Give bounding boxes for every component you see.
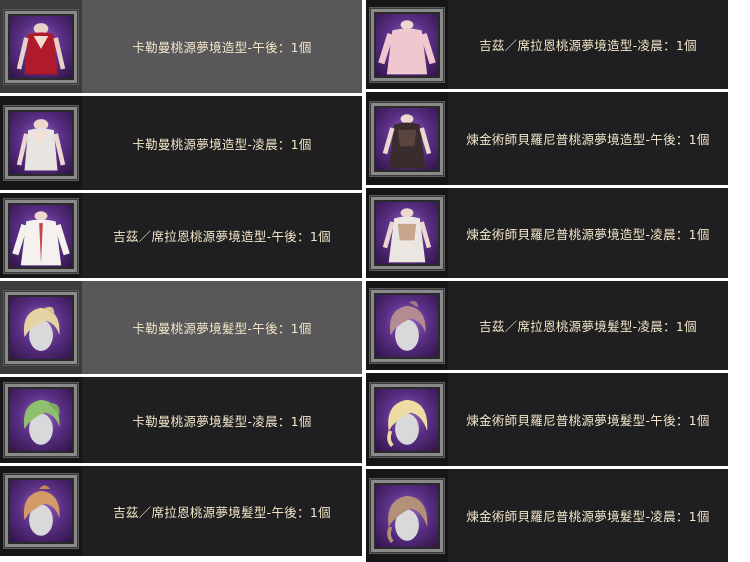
item-row[interactable]: 吉茲／席拉恩桃源夢境髮型-午後：1個: [0, 466, 362, 556]
item-thumbnail: [0, 281, 82, 374]
item-row[interactable]: 卡勒曼桃源夢境造型-午後：1個: [0, 0, 362, 93]
item-label: 卡勒曼桃源夢境髮型-凌晨：1個: [132, 413, 312, 429]
item-row[interactable]: 吉茲／席拉恩桃源夢境造型-午後：1個: [0, 193, 362, 278]
item-thumbnail: [0, 96, 82, 190]
item-label: 煉金術師貝羅尼普桃源夢境髮型-凌晨：1個: [466, 509, 710, 524]
item-thumbnail: [366, 0, 448, 89]
item-thumbnail: [0, 466, 82, 556]
item-row[interactable]: 卡勒曼桃源夢境髮型-凌晨：1個: [0, 377, 362, 463]
item-row[interactable]: 卡勒曼桃源夢境髮型-午後：1個: [0, 281, 362, 374]
mauve-hairstyle-icon: [370, 288, 444, 363]
white-dress-outfit-icon: [4, 106, 78, 180]
item-label: 吉茲／席拉恩桃源夢境造型-凌晨：1個: [479, 38, 697, 53]
item-row[interactable]: 吉茲／席拉恩桃源夢境髮型-凌晨：1個: [366, 281, 728, 370]
item-thumbnail: [366, 281, 448, 370]
orange-hairstyle-icon: [4, 474, 78, 548]
pale-blonde-hairstyle-icon: [370, 382, 444, 457]
item-row[interactable]: 煉金術師貝羅尼普桃源夢境髮型-凌晨：1個: [366, 469, 728, 562]
brown-hairstyle-icon: [370, 478, 444, 553]
item-thumbnail: [366, 469, 448, 562]
item-thumbnail: [366, 373, 448, 466]
item-label: 煉金術師貝羅尼普桃源夢境髮型-午後：1個: [466, 413, 710, 428]
blonde-hairstyle-icon: [4, 290, 78, 365]
item-label: 吉茲／席拉恩桃源夢境髮型-午後：1個: [113, 504, 331, 520]
page-edge: [728, 0, 750, 556]
dark-corset-outfit-icon: [370, 101, 444, 176]
item-thumbnail: [0, 377, 82, 463]
item-row[interactable]: 吉茲／席拉恩桃源夢境造型-凌晨：1個: [366, 0, 728, 89]
item-thumbnail: [0, 193, 82, 278]
item-row[interactable]: 煉金術師貝羅尼普桃源夢境造型-午後：1個: [366, 92, 728, 185]
item-row[interactable]: 煉金術師貝羅尼普桃源夢境髮型-午後：1個: [366, 373, 728, 466]
item-row[interactable]: 煉金術師貝羅尼普桃源夢境造型-凌晨：1個: [366, 188, 728, 278]
pink-robe-outfit-icon: [370, 7, 444, 82]
left-item-list: 卡勒曼桃源夢境造型-午後：1個 卡勒曼桃源夢境造型-凌晨：1個 吉茲／席拉恩桃源…: [0, 0, 362, 556]
item-label: 吉茲／席拉恩桃源夢境造型-午後：1個: [113, 229, 331, 244]
item-label: 卡勒曼桃源夢境造型-凌晨：1個: [132, 136, 312, 152]
right-item-list: 吉茲／席拉恩桃源夢境造型-凌晨：1個 煉金術師貝羅尼普桃源夢境造型-午後：1個: [366, 0, 728, 562]
white-robe-outfit-icon: [4, 198, 78, 273]
item-thumbnail: [366, 188, 448, 278]
item-label: 吉茲／席拉恩桃源夢境髮型-凌晨：1個: [479, 319, 697, 334]
red-dress-outfit-icon: [4, 9, 78, 84]
item-label: 煉金術師貝羅尼普桃源夢境造型-凌晨：1個: [466, 226, 710, 242]
item-row[interactable]: 卡勒曼桃源夢境造型-凌晨：1個: [0, 96, 362, 190]
item-label: 煉金術師貝羅尼普桃源夢境造型-午後：1個: [466, 132, 710, 147]
item-thumbnail: [366, 92, 448, 185]
green-hairstyle-icon: [4, 383, 78, 457]
item-thumbnail: [0, 0, 82, 93]
white-corset-outfit-icon: [370, 196, 444, 270]
item-label: 卡勒曼桃源夢境髮型-午後：1個: [132, 321, 312, 336]
item-label: 卡勒曼桃源夢境造型-午後：1個: [132, 40, 312, 55]
